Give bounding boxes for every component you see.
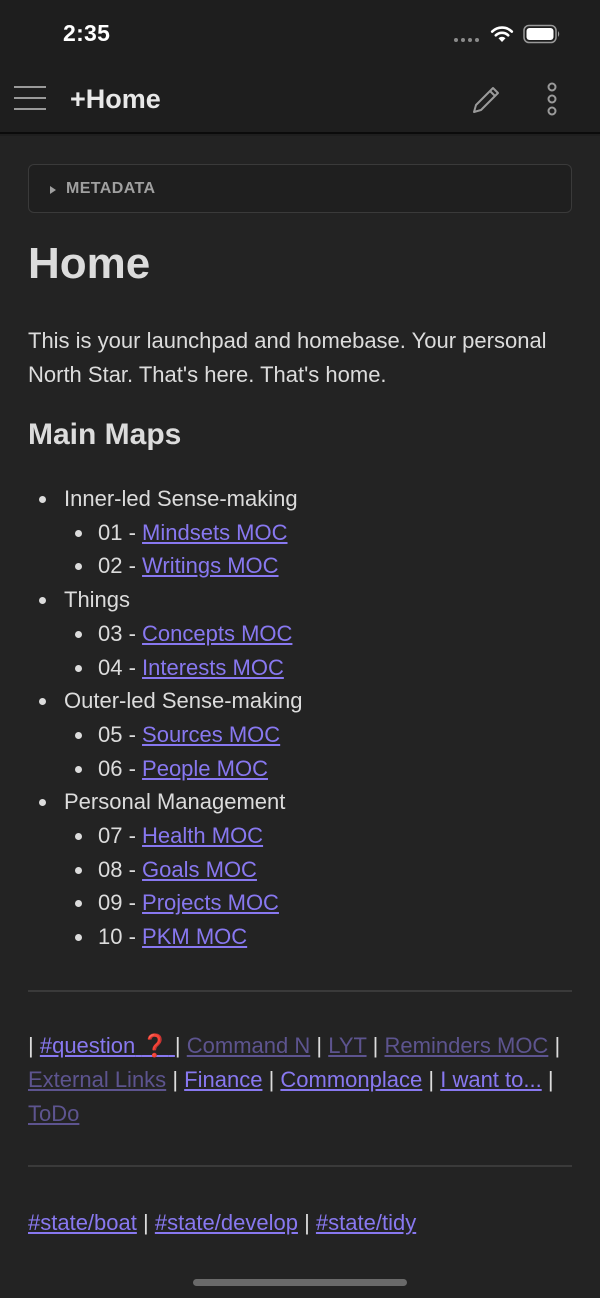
state-develop-tag[interactable]: #state/develop xyxy=(155,1210,298,1235)
list-item: Outer-led Sense-making 05 - Sources MOC … xyxy=(28,684,568,785)
pencil-icon[interactable] xyxy=(468,82,504,118)
moc-link[interactable]: Interests MOC xyxy=(142,655,284,680)
divider xyxy=(28,1165,572,1167)
item-number: 05 - xyxy=(98,721,143,747)
group-label: Inner-led Sense-making xyxy=(64,486,298,511)
note-content: METADATA Home This is your launchpad and… xyxy=(0,136,600,1298)
item-number: 09 - xyxy=(98,890,143,916)
commonplace-link[interactable]: Commonplace xyxy=(280,1067,422,1092)
item-number: 06 - xyxy=(98,755,143,781)
moc-link[interactable]: Sources MOC xyxy=(142,722,280,747)
i-want-to-link[interactable]: I want to... xyxy=(440,1067,542,1092)
intro-paragraph: This is your launchpad and homebase. You… xyxy=(28,328,547,387)
group-label: Personal Management xyxy=(64,789,286,815)
main-maps-list: Inner-led Sense-making 01 - Mindsets MOC… xyxy=(28,482,568,954)
moc-link[interactable]: Health MOC xyxy=(142,823,263,848)
wifi-icon xyxy=(490,26,514,42)
item-number: 07 - xyxy=(98,823,143,849)
status-time: 2:35 xyxy=(63,20,111,46)
section-heading: Main Maps xyxy=(28,418,182,451)
list-item: 01 - Mindsets MOC xyxy=(64,516,568,550)
state-tidy-tag[interactable]: #state/tidy xyxy=(316,1210,416,1235)
list-item: 06 - People MOC xyxy=(64,752,568,786)
list-item: Things 03 - Concepts MOC 04 - Interests … xyxy=(28,583,568,684)
more-vertical-icon[interactable] xyxy=(540,82,564,118)
list-item: 07 - Health MOC xyxy=(64,819,568,853)
group-label: Outer-led Sense-making xyxy=(64,688,303,714)
command-n-link[interactable]: Command N xyxy=(187,1033,310,1058)
tag-question-label: #question xyxy=(39,1033,136,1058)
question-mark-icon: ❓ xyxy=(141,1033,169,1058)
todo-link[interactable]: ToDo xyxy=(28,1101,79,1126)
moc-link[interactable]: Writings MOC xyxy=(142,553,279,578)
app-header: +Home xyxy=(0,68,600,134)
moc-link[interactable]: Concepts MOC xyxy=(142,621,292,646)
home-indicator[interactable] xyxy=(193,1279,407,1286)
item-number: 01 - xyxy=(98,519,143,545)
list-item: Inner-led Sense-making 01 - Mindsets MOC… xyxy=(28,482,568,583)
item-number: 04 - xyxy=(98,654,143,680)
list-item: 10 - PKM MOC xyxy=(64,920,568,954)
state-tags: #state/boat | #state/develop | #state/ti… xyxy=(28,1210,417,1235)
list-item: 03 - Concepts MOC xyxy=(64,617,568,651)
item-number: 10 - xyxy=(98,924,143,950)
metadata-toggle[interactable]: METADATA xyxy=(28,164,572,213)
battery-icon xyxy=(523,24,560,44)
tag-links: | #question ❓ | Command N | LYT | Remind… xyxy=(28,1033,561,1126)
finance-link[interactable]: Finance xyxy=(184,1067,262,1092)
list-item: 02 - Writings MOC xyxy=(64,549,568,583)
list-item: 04 - Interests MOC xyxy=(64,651,568,685)
list-item: Personal Management 07 - Health MOC 08 -… xyxy=(28,785,568,954)
reminders-moc-link[interactable]: Reminders MOC xyxy=(385,1033,549,1058)
lyt-link[interactable]: LYT xyxy=(328,1033,366,1058)
tag-question-link[interactable]: #question ❓ xyxy=(40,1033,175,1058)
group-label: Things xyxy=(64,587,131,613)
signal-icon xyxy=(454,38,479,42)
moc-link[interactable]: People MOC xyxy=(142,756,268,781)
state-boat-tag[interactable]: #state/boat xyxy=(28,1210,137,1235)
moc-link[interactable]: PKM MOC xyxy=(142,924,247,949)
note-heading: Home xyxy=(28,239,151,288)
caret-right-icon xyxy=(50,186,56,194)
list-item: 08 - Goals MOC xyxy=(64,853,568,887)
moc-link[interactable]: Mindsets MOC xyxy=(142,520,287,545)
divider xyxy=(28,990,572,992)
moc-link[interactable]: Projects MOC xyxy=(142,890,279,915)
list-item: 09 - Projects MOC xyxy=(64,886,568,920)
item-number: 03 - xyxy=(98,620,143,646)
list-item: 05 - Sources MOC xyxy=(64,718,568,752)
page-title: +Home xyxy=(70,84,161,114)
external-links-link[interactable]: External Links xyxy=(28,1067,166,1092)
metadata-label: METADATA xyxy=(66,180,156,197)
item-number: 02 - xyxy=(98,553,143,579)
moc-link[interactable]: Goals MOC xyxy=(142,857,257,882)
status-bar: 2:35 xyxy=(0,0,600,68)
menu-icon[interactable] xyxy=(14,86,48,114)
item-number: 08 - xyxy=(98,856,143,882)
